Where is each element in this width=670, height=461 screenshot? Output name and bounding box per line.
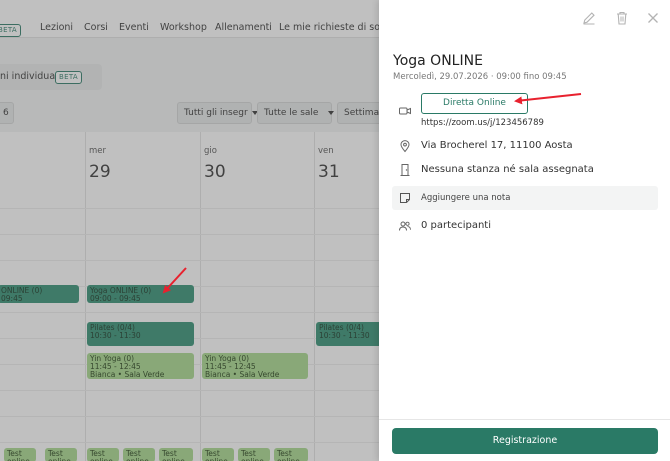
zoom-link[interactable]: https://zoom.us/j/123456789	[421, 118, 544, 128]
video-icon	[399, 107, 411, 115]
trash-icon[interactable]	[614, 10, 630, 26]
event-datetime: Mercoledì, 29.07.2026 · 09:00 fino 09:45	[393, 72, 567, 82]
door-icon	[400, 164, 410, 176]
event-room: Nessuna stanza né sala assegnata	[421, 164, 594, 175]
live-online-button[interactable]: Diretta Online	[421, 93, 528, 114]
participants-icon	[399, 221, 411, 231]
participants-count: 0 partecipanti	[421, 220, 491, 231]
event-title: Yoga ONLINE	[393, 53, 483, 69]
add-note-label: Aggiungere una nota	[421, 193, 511, 203]
location-pin-icon	[400, 140, 410, 153]
panel-footer-divider	[379, 419, 670, 420]
edit-icon[interactable]	[581, 10, 597, 26]
note-icon	[400, 193, 410, 203]
calendar-background: BETA Lezioni Corsi Eventi Workshop Allen…	[0, 0, 379, 461]
event-address: Via Brocherel 17, 11100 Aosta	[421, 140, 573, 151]
register-button[interactable]: Registrazione	[392, 428, 658, 454]
event-detail-panel: Yoga ONLINE Mercoledì, 29.07.2026 · 09:0…	[379, 0, 670, 461]
close-icon[interactable]	[645, 10, 661, 26]
modal-backdrop[interactable]	[0, 0, 379, 461]
